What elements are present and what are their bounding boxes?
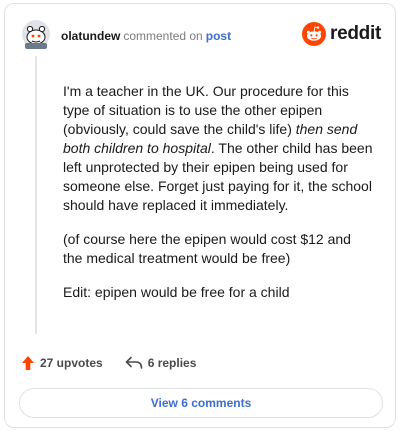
comment-card: olatundew commented on post reddit I'm a t…: [4, 3, 396, 428]
comment-paragraph-2: (of course here the epipen would cost $1…: [63, 231, 351, 266]
upvote-count: 27 upvotes: [40, 356, 103, 370]
reddit-brand[interactable]: reddit: [302, 22, 381, 46]
username-link[interactable]: olatundew: [61, 29, 120, 43]
replies-button[interactable]: 6 replies: [125, 356, 197, 370]
comment-header: olatundew commented on post: [61, 29, 231, 43]
upvote-button[interactable]: 27 upvotes: [21, 355, 103, 371]
comment-action-text: commented on: [123, 29, 203, 43]
reddit-logo-icon: [302, 22, 327, 46]
thread-line[interactable]: [35, 56, 37, 334]
comment-actions: 27 upvotes 6 replies: [21, 353, 196, 373]
reply-arrow-icon: [125, 356, 143, 369]
user-avatar-icon[interactable]: [21, 18, 51, 50]
upvote-arrow-icon: [22, 356, 34, 370]
post-link[interactable]: post: [206, 29, 231, 43]
replies-count: 6 replies: [147, 356, 197, 370]
comment-paragraph-1: I'm a teacher in the UK. Our procedure f…: [63, 83, 373, 213]
reddit-wordmark: reddit: [330, 23, 381, 44]
comment-body: I'm a teacher in the UK. Our procedure f…: [63, 82, 373, 317]
comment-paragraph-3: Edit: epipen would be free for a child: [63, 284, 290, 300]
view-comments-button[interactable]: View 6 comments: [19, 388, 383, 418]
